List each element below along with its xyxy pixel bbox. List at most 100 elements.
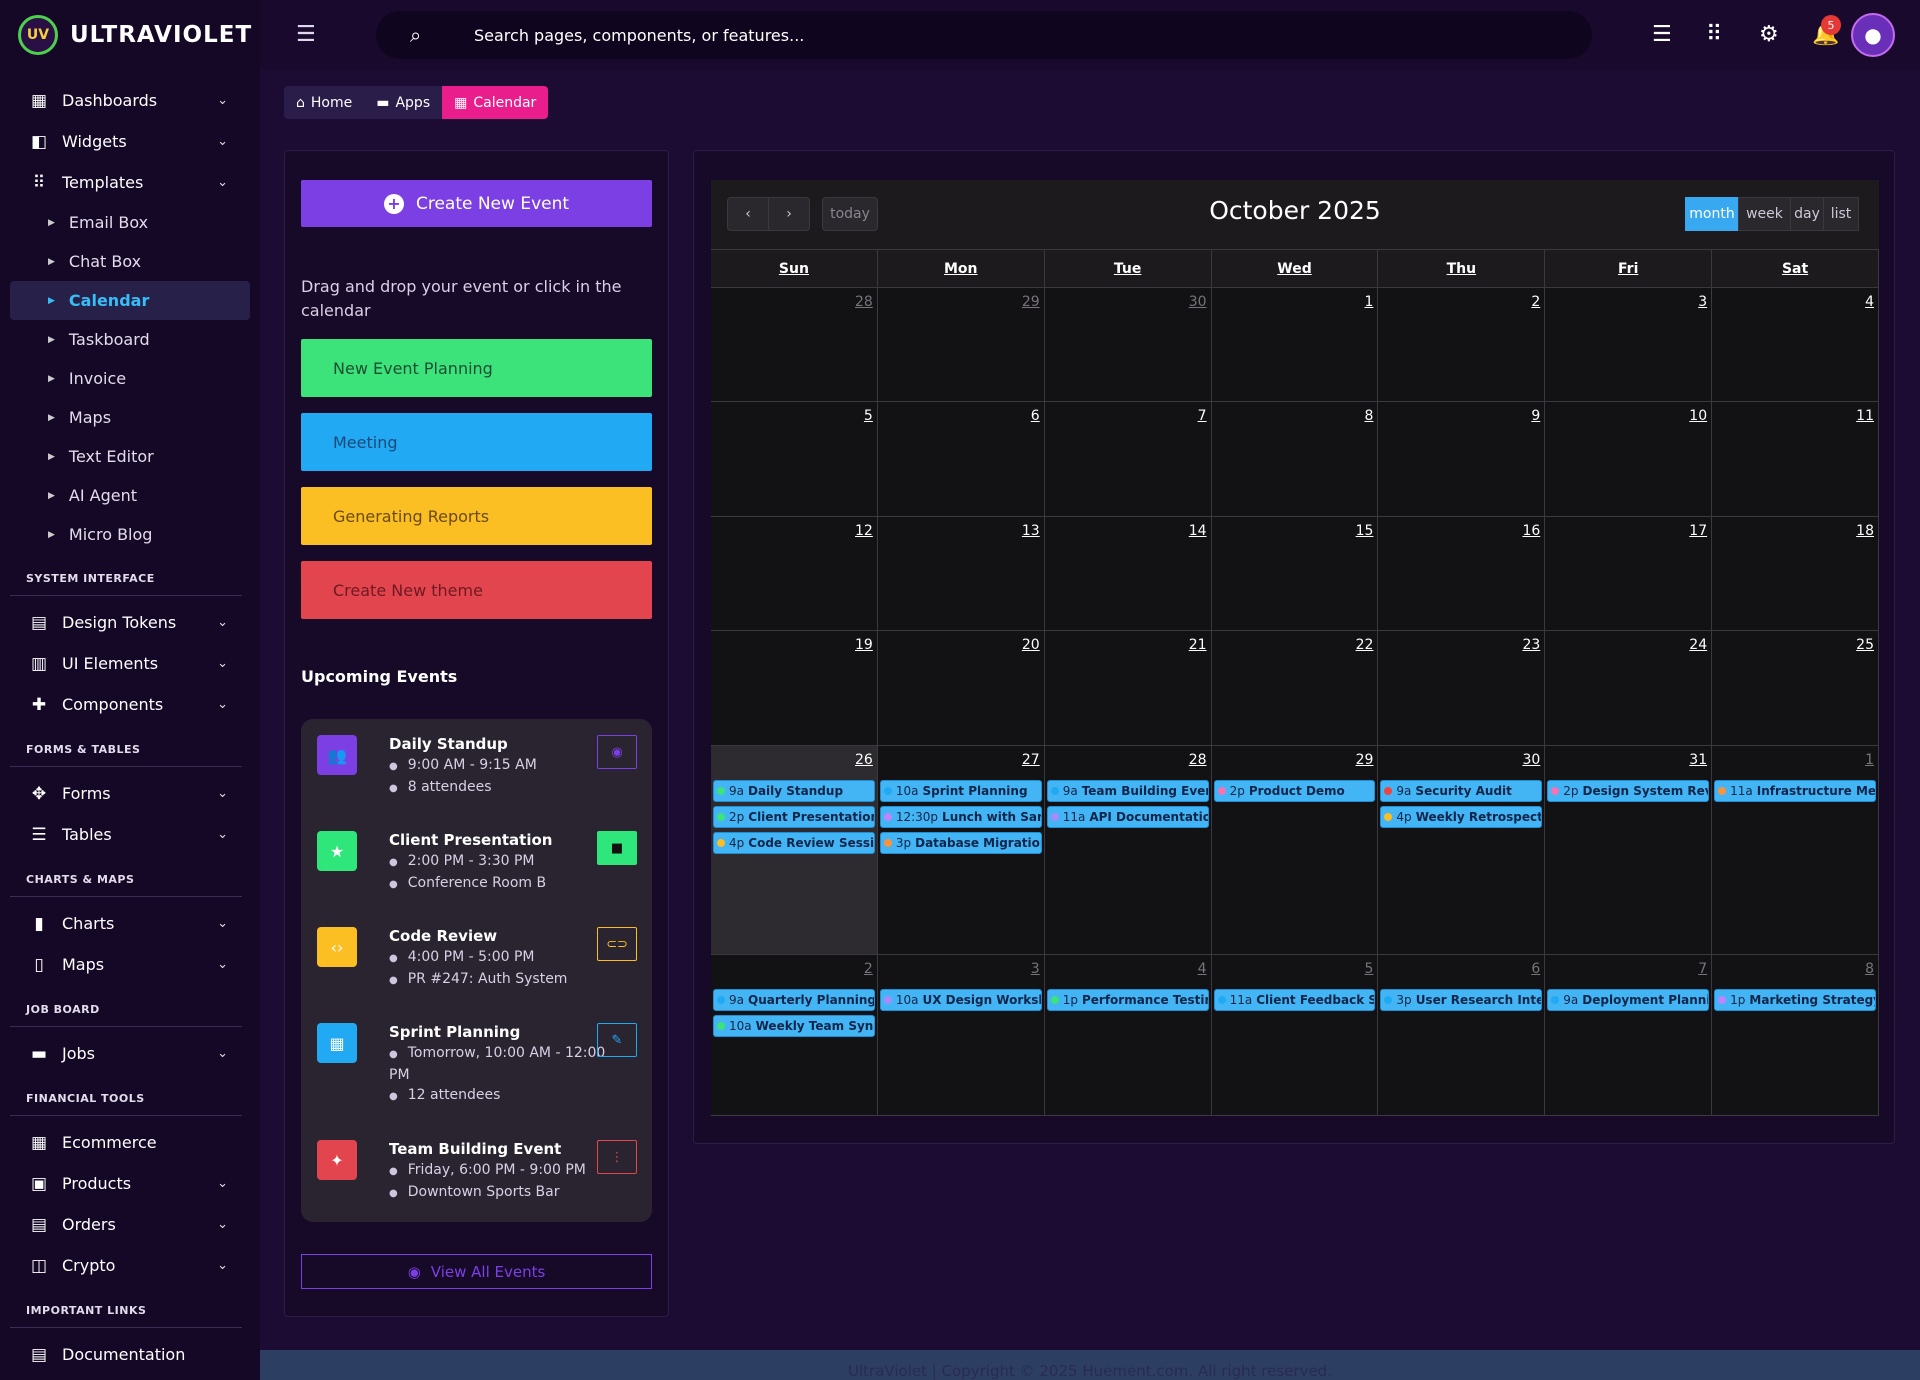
sidebar-item-products[interactable]: ▣ Products ⌄ xyxy=(10,1163,250,1204)
day-cell[interactable]: 29 xyxy=(877,288,1045,402)
day-number[interactable]: 13 xyxy=(1022,523,1040,539)
day-number[interactable]: 31 xyxy=(1689,752,1707,768)
calendar-event[interactable]: 11aAPI Documentation Review xyxy=(1046,806,1209,828)
day-cell[interactable]: 6 3pUser Research Interview xyxy=(1378,955,1546,1116)
view-month-button[interactable]: month xyxy=(1685,197,1739,231)
day-number[interactable]: 11 xyxy=(1856,408,1874,424)
day-cell[interactable]: 9 xyxy=(1378,402,1546,517)
day-number[interactable]: 1 xyxy=(1364,294,1373,310)
day-cell[interactable]: 25 xyxy=(1712,631,1879,746)
sidebar-item-orders[interactable]: ▤ Orders ⌄ xyxy=(10,1204,250,1245)
day-cell[interactable]: 16 xyxy=(1378,517,1546,631)
logo[interactable]: UV ULTRAVIOLET xyxy=(0,0,260,70)
calendar-event[interactable]: 4pWeekly Retrospective xyxy=(1380,806,1543,828)
day-number[interactable]: 4 xyxy=(1865,294,1874,310)
day-cell[interactable]: 13 xyxy=(877,517,1045,631)
day-cell[interactable]: 1 11aInfrastructure Meeting xyxy=(1712,746,1879,955)
day-cell[interactable]: 2 xyxy=(1378,288,1546,402)
day-number[interactable]: 17 xyxy=(1689,523,1707,539)
day-number[interactable]: 9 xyxy=(1531,408,1540,424)
breadcrumb-home[interactable]: ⌂ Home xyxy=(284,86,365,119)
day-number[interactable]: 7 xyxy=(1198,408,1207,424)
sidebar-subitem-text-editor[interactable]: ▶ Text Editor xyxy=(10,437,250,476)
today-button[interactable]: today xyxy=(822,197,878,231)
sidebar-subitem-invoice[interactable]: ▶ Invoice xyxy=(10,359,250,398)
day-cell[interactable]: 4 xyxy=(1712,288,1879,402)
more-button[interactable]: ⋮ xyxy=(597,1140,637,1174)
day-number[interactable]: 3 xyxy=(1031,961,1040,977)
day-cell[interactable]: 12 xyxy=(711,517,878,631)
day-number[interactable]: 8 xyxy=(1865,961,1874,977)
day-cell[interactable]: 28 9a Team Building Event 11a API Documentat… xyxy=(1044,746,1212,955)
day-cell[interactable]: 23 xyxy=(1378,631,1546,746)
day-number[interactable]: 12 xyxy=(855,523,873,539)
day-number[interactable]: 27 xyxy=(1022,752,1040,768)
calendar-event[interactable]: 12:30pLunch with Sarah xyxy=(879,806,1042,828)
day-number[interactable]: 2 xyxy=(1531,294,1540,310)
day-cell[interactable]: 7 xyxy=(1044,402,1212,517)
day-cell[interactable]: 11 xyxy=(1712,402,1879,517)
calendar-event[interactable]: 2p Client Presentation xyxy=(713,806,875,828)
calendar-event[interactable]: 9a Quarterly Planning xyxy=(713,989,875,1011)
menu-toggle-icon[interactable]: ☰ xyxy=(296,22,316,47)
day-number[interactable]: 19 xyxy=(855,637,873,653)
sidebar-item-ui-elements[interactable]: ▥ UI Elements ⌄ xyxy=(10,643,250,684)
day-number[interactable]: 21 xyxy=(1189,637,1207,653)
sidebar-item-charts[interactable]: ▮ Charts ⌄ xyxy=(10,903,250,944)
draggable-event-meeting[interactable]: Meeting xyxy=(301,413,652,471)
day-cell[interactable]: 2 9a Quarterly Planning 10a Weekly Team Sync xyxy=(711,955,878,1116)
day-number[interactable]: 23 xyxy=(1522,637,1540,653)
sidebar-item-templates[interactable]: ⠿ Templates ⌄ xyxy=(10,162,250,203)
day-number[interactable]: 8 xyxy=(1364,408,1373,424)
day-cell[interactable]: 18 xyxy=(1712,517,1879,631)
day-cell[interactable]: 1 xyxy=(1211,288,1379,402)
sidebar-item-tables[interactable]: ☰ Tables ⌄ xyxy=(10,814,250,855)
day-cell[interactable]: 20 xyxy=(877,631,1045,746)
sidebar-subitem-email-box[interactable]: ▶ Email Box xyxy=(10,203,250,242)
day-number[interactable]: 2 xyxy=(864,961,873,977)
day-number[interactable]: 1 xyxy=(1865,752,1874,768)
calendar-event[interactable]: 9a Daily Standup xyxy=(713,780,875,802)
sidebar-item-crypto[interactable]: ◫ Crypto ⌄ xyxy=(10,1245,250,1286)
calendar-event[interactable]: 1p Performance Testing xyxy=(1046,989,1209,1011)
day-cell[interactable]: 27 10aSprint Planning 12:30pLunch with Sar… xyxy=(877,746,1045,955)
day-number[interactable]: 26 xyxy=(855,752,873,768)
link-button[interactable]: ⊂⊃ xyxy=(597,927,637,961)
sidebar-item-widgets[interactable]: ◧ Widgets ⌄ xyxy=(10,121,250,162)
day-cell[interactable]: 8 xyxy=(1211,402,1379,517)
gear-icon[interactable]: ⚙ xyxy=(1759,22,1779,47)
day-cell[interactable]: 3 xyxy=(1545,288,1713,402)
day-cell[interactable]: 6 xyxy=(877,402,1045,517)
sidebar-subitem-calendar[interactable]: ▶ Calendar xyxy=(10,281,250,320)
view-list-button[interactable]: list xyxy=(1823,197,1859,231)
search-input[interactable]: Search pages, components, or features... xyxy=(474,26,804,45)
calendar-event[interactable]: 9a Security Audit xyxy=(1380,780,1543,802)
sidebar-subitem-taskboard[interactable]: ▶ Taskboard xyxy=(10,320,250,359)
sidebar-item-maps[interactable]: ▯ Maps ⌄ xyxy=(10,944,250,985)
calendar-event[interactable]: 2pDesign System Review xyxy=(1547,780,1710,802)
day-cell[interactable]: 31 2pDesign System Review xyxy=(1545,746,1713,955)
sidebar-item-dashboards[interactable]: ▦ Dashboards ⌄ xyxy=(10,80,250,121)
layout-icon[interactable]: ☰ xyxy=(1652,22,1672,47)
view-week-button[interactable]: week xyxy=(1738,197,1791,231)
prev-month-button[interactable]: ‹ xyxy=(727,197,769,231)
day-cell[interactable]: 14 xyxy=(1044,517,1212,631)
day-number[interactable]: 6 xyxy=(1531,961,1540,977)
day-cell[interactable]: 5 11aClient Feedback Session xyxy=(1211,955,1379,1116)
create-event-button[interactable]: + Create New Event xyxy=(301,180,652,227)
day-cell[interactable]: 8 1pMarketing Strategy Session xyxy=(1712,955,1879,1116)
day-number[interactable]: 7 xyxy=(1698,961,1707,977)
draggable-event-create-new-theme[interactable]: Create New theme xyxy=(301,561,652,619)
day-cell[interactable]: 15 xyxy=(1211,517,1379,631)
day-number[interactable]: 3 xyxy=(1698,294,1707,310)
day-number[interactable]: 16 xyxy=(1522,523,1540,539)
next-month-button[interactable]: › xyxy=(768,197,810,231)
day-cell[interactable]: 30 xyxy=(1044,288,1212,402)
day-number[interactable]: 5 xyxy=(1364,961,1373,977)
sidebar-subitem-chat-box[interactable]: ▶ Chat Box xyxy=(10,242,250,281)
day-number[interactable]: 24 xyxy=(1689,637,1707,653)
day-cell[interactable]: 28 xyxy=(711,288,878,402)
calendar-event[interactable]: 10a Sprint Planning xyxy=(879,780,1042,802)
day-number[interactable]: 30 xyxy=(1522,752,1540,768)
sidebar-item-forms[interactable]: ✥ Forms ⌄ xyxy=(10,773,250,814)
